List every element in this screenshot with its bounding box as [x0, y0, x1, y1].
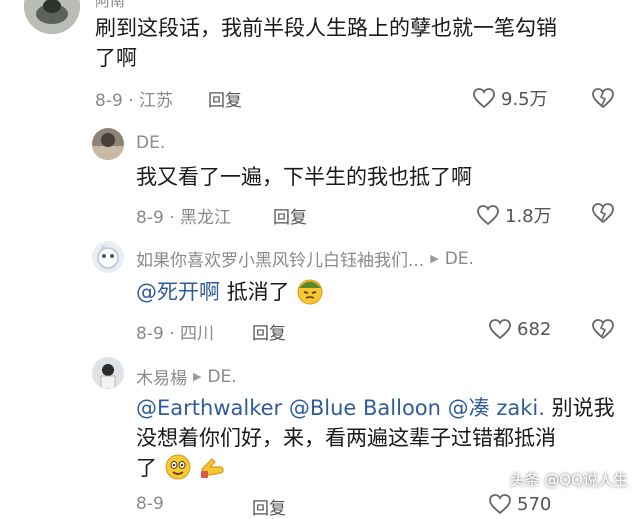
- heart-icon: [489, 319, 511, 340]
- comment-author[interactable]: 木易楊: [136, 364, 187, 389]
- like-button[interactable]: 9.5万: [472, 85, 548, 111]
- reply-button[interactable]: 回复: [252, 319, 286, 344]
- avatar-image-icon: [92, 128, 124, 160]
- avatar-image-icon: [24, 0, 80, 34]
- comment-author[interactable]: DE.: [136, 133, 165, 153]
- like-count: 682: [517, 318, 552, 340]
- mention-link[interactable]: @Blue Balloon: [289, 396, 441, 420]
- smile-face-emoji-icon: [165, 454, 191, 480]
- like-button[interactable]: 682: [488, 318, 551, 340]
- comment-meta: 8-9 · 江苏: [95, 91, 173, 111]
- comment-author-line: 木易楊 ▶ DE.: [136, 364, 237, 390]
- pointing-hand-emoji-icon: [201, 458, 224, 478]
- reply-button[interactable]: 回复: [208, 86, 242, 111]
- avatar[interactable]: [24, 0, 80, 34]
- comment-text-line: 没想着你们好，来，看两遍这辈子过错都抵消: [136, 426, 556, 450]
- like-count: 9.5万: [501, 89, 548, 110]
- avatar[interactable]: [92, 357, 124, 389]
- reply-to-author[interactable]: DE.: [445, 249, 474, 269]
- mention-link[interactable]: @Earthwalker: [136, 396, 282, 420]
- heart-icon: [473, 88, 495, 109]
- comment-author[interactable]: 阿南: [95, 0, 125, 11]
- heart-icon: [477, 205, 499, 226]
- reply-arrow-icon: ▶: [193, 370, 202, 383]
- comment-text: 刷到这段话，我前半段人生路上的孽也就一笔勾销 了啊: [95, 13, 635, 73]
- avatar-image-icon: [92, 357, 124, 389]
- grumpy-face-emoji-icon: [297, 279, 323, 305]
- avatar-image-icon: [92, 241, 124, 273]
- dislike-icon[interactable]: [591, 318, 615, 340]
- like-button[interactable]: 1.8万: [476, 202, 552, 228]
- comment-meta: 8-9 · 四川: [136, 324, 214, 344]
- comment-meta: 8-9 · 黑龙江: [136, 208, 231, 228]
- dislike-icon[interactable]: [591, 202, 615, 224]
- comment-text-content: 抵消了: [226, 280, 290, 304]
- comment-meta: 8-9: [136, 494, 164, 514]
- avatar[interactable]: [92, 241, 124, 273]
- comment-author[interactable]: 如果你喜欢罗小黑风铃儿白钰袖我们...: [136, 246, 424, 271]
- comment-text-line: @Earthwalker @Blue Balloon @凑 zaki. 别说我: [136, 393, 636, 423]
- comment-text-line: 了啊: [95, 46, 137, 70]
- reply-to-author[interactable]: DE.: [207, 367, 236, 387]
- reply-button[interactable]: 回复: [273, 203, 307, 228]
- like-count: 1.8万: [505, 206, 552, 227]
- mention-link[interactable]: @凑 zaki.: [448, 396, 545, 420]
- dislike-icon[interactable]: [591, 87, 615, 109]
- avatar[interactable]: [92, 128, 124, 160]
- reply-button[interactable]: 回复: [252, 494, 286, 519]
- comment-text-content: 了: [136, 456, 157, 480]
- mention-link[interactable]: @死开啊: [136, 280, 220, 304]
- comment-text: @死开啊 抵消了: [136, 277, 324, 307]
- heart-icon: [489, 494, 511, 515]
- like-count: 570: [517, 493, 552, 515]
- comment-text: 我又看了一遍，下半生的我也抵了啊: [136, 165, 472, 189]
- comment-author-line: 如果你喜欢罗小黑风铃儿白钰袖我们... ▶ DE.: [136, 246, 474, 272]
- watermark: 头条 @QQ说人生: [509, 471, 628, 489]
- comment-text-content: 别说我: [551, 396, 615, 420]
- comment-text-line: 刷到这段话，我前半段人生路上的孽也就一笔勾销: [95, 16, 557, 40]
- reply-arrow-icon: ▶: [430, 252, 439, 265]
- like-button[interactable]: 570: [488, 493, 551, 515]
